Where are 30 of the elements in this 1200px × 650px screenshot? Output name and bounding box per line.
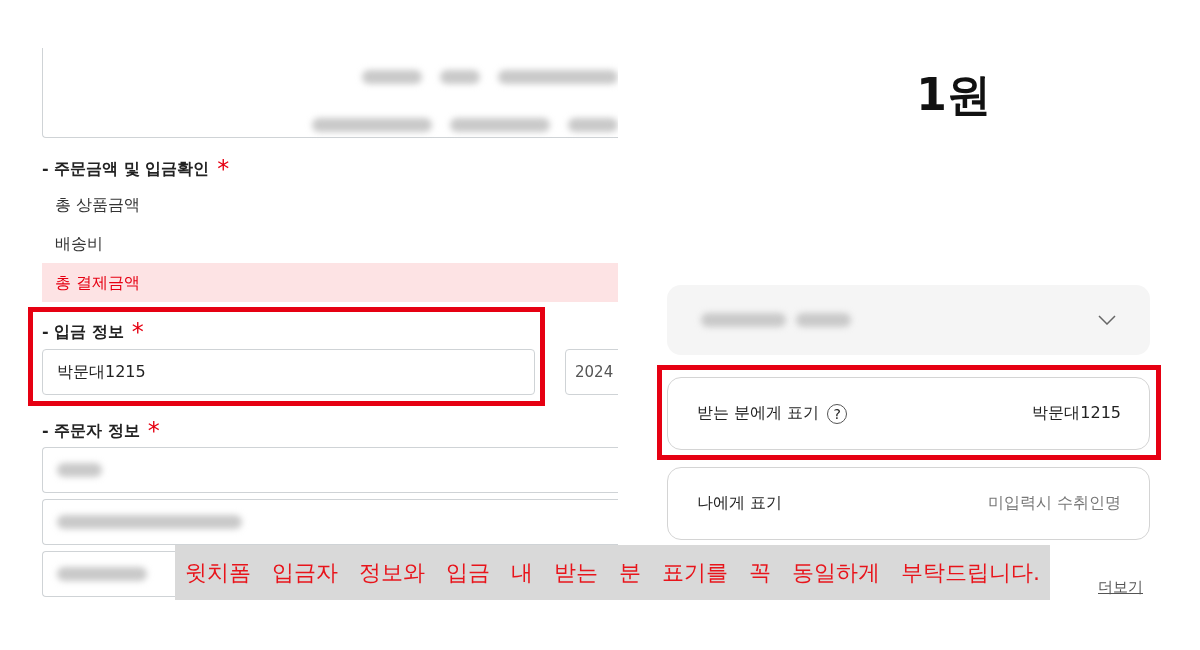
- input-field[interactable]: [42, 551, 175, 597]
- chevron-down-icon: [1098, 315, 1116, 325]
- section-heading: - 주문자 정보: [42, 420, 140, 442]
- section-heading: - 입금 정보: [42, 321, 124, 343]
- depositor-name-field[interactable]: 박문대1215: [42, 349, 535, 395]
- section-heading: - 주문금액 및 입금확인: [42, 158, 210, 180]
- input-field[interactable]: [42, 499, 618, 545]
- amount-row: 총 결제금액: [42, 263, 618, 302]
- option-label: 받는 분에게 표기: [697, 403, 820, 424]
- option-value: 박문대1215: [1032, 403, 1121, 424]
- blurred-text: [440, 70, 480, 84]
- option-placeholder: 미입력시 수취인명: [987, 493, 1121, 514]
- more-link[interactable]: 더보기: [1098, 578, 1143, 597]
- blurred-text: [362, 70, 422, 84]
- input-field[interactable]: [42, 447, 618, 493]
- amount-row-text: 총 상품금액: [54, 194, 142, 216]
- required-mark: *: [217, 157, 230, 181]
- blurred-text: [568, 118, 618, 132]
- date-field[interactable]: 2024: [565, 349, 618, 395]
- dropdown[interactable]: [667, 285, 1150, 355]
- required-mark: *: [147, 419, 160, 443]
- option-label: 나에게 표기: [697, 493, 783, 514]
- annotation-banner: 윗치폼 입금자 정보와 입금 내 받는 분 표기를 꼭 동일하게 부탁드립니다.: [175, 545, 1050, 600]
- required-mark: *: [131, 320, 144, 344]
- payment-amount: 1원: [915, 68, 992, 122]
- blurred-text: [57, 463, 102, 477]
- display-option-card[interactable]: 나에게 표기 미입력시 수취인명: [667, 467, 1150, 540]
- blurred-text: [796, 313, 851, 327]
- display-option-card[interactable]: 받는 분에게 표기 ? 박문대1215: [667, 377, 1150, 450]
- amount-row-text: 배송비: [54, 233, 104, 255]
